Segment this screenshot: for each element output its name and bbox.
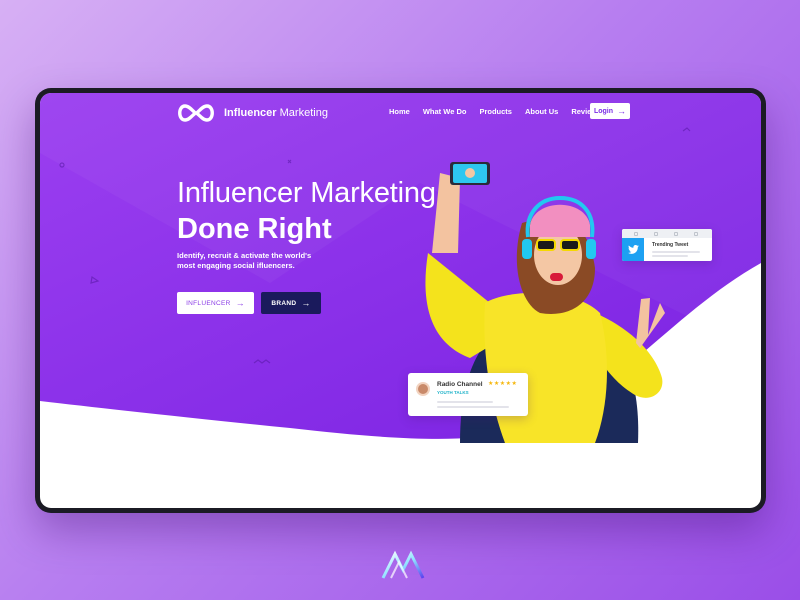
nav-products[interactable]: Products (479, 107, 512, 116)
hero-title-bold: Done Right (177, 213, 332, 245)
radio-card-title: Radio Channel (437, 381, 483, 388)
hero-subtitle: Identify, recruit & activate the world's… (177, 251, 347, 271)
nav-what-we-do[interactable]: What We Do (423, 107, 467, 116)
brand-logo[interactable]: Influencer Marketing (174, 102, 328, 124)
radio-channel-card: Radio Channel ★★★★★ YOUTH TALKS (408, 373, 528, 416)
hero-subtitle-line-1: Identify, recruit & activate the world's (177, 251, 312, 260)
rating-stars: ★★★★★ (488, 381, 518, 387)
nav-about-us[interactable]: About Us (525, 107, 558, 116)
brand-button[interactable]: BRAND → (261, 292, 321, 314)
placeholder-line (652, 251, 700, 253)
placeholder-line (652, 255, 688, 257)
placeholder-line (437, 401, 493, 403)
top-navigation: Influencer Marketing Home What We Do Pro… (40, 93, 761, 133)
brand-mark-icon (381, 550, 425, 579)
login-button[interactable]: Login → (590, 103, 630, 119)
device-frame: Influencer Marketing Home What We Do Pro… (35, 88, 766, 513)
website-screen: Influencer Marketing Home What We Do Pro… (40, 93, 761, 508)
tweet-control-icon (634, 232, 638, 236)
tweet-control-icon (674, 232, 678, 236)
influencer-button-label: INFLUENCER (186, 299, 231, 307)
placeholder-line (437, 406, 509, 408)
arrow-right-icon: → (235, 297, 245, 308)
brand-button-label: BRAND (271, 299, 297, 307)
login-label: Login (593, 107, 614, 115)
tweet-card-title: Trending Tweet (652, 242, 689, 248)
hero-title-light: Influencer Marketing (177, 177, 436, 209)
influencer-button[interactable]: INFLUENCER → (177, 292, 254, 314)
infinity-logo-icon (178, 104, 214, 122)
arrow-right-icon: → (617, 105, 627, 116)
arrow-right-icon: → (301, 297, 311, 308)
nav-home[interactable]: Home (389, 107, 410, 116)
brand-name-bold: Influencer (224, 107, 277, 119)
phone-selfie (450, 162, 490, 185)
hero-subtitle-line-2: most engaging social ifluencers. (177, 261, 295, 270)
avatar (416, 382, 430, 396)
trending-tweet-card: Trending Tweet (622, 229, 712, 261)
tweet-control-icon (694, 232, 698, 236)
tweet-control-icon (654, 232, 658, 236)
brand-name: Influencer Marketing (224, 107, 328, 119)
main-menu: Home What We Do Products About Us Review… (389, 107, 601, 116)
tweet-card-header (622, 229, 712, 238)
radio-card-subtitle: YOUTH TALKS (437, 390, 469, 395)
brand-name-light: Marketing (279, 107, 328, 119)
twitter-bird-icon (622, 238, 644, 261)
